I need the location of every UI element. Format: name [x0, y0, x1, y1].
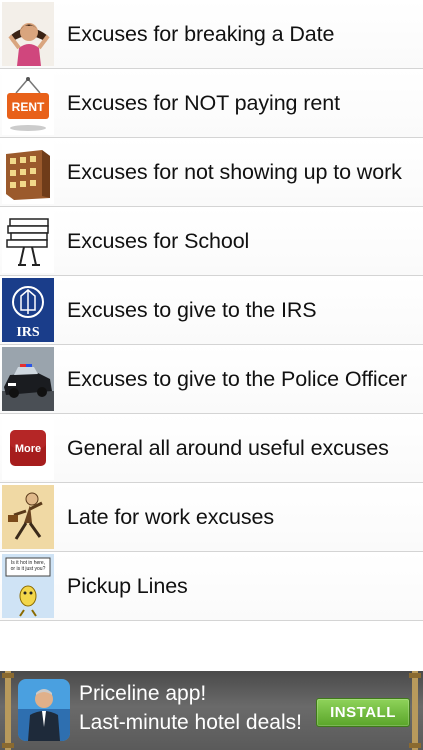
girl-upset-icon	[2, 2, 54, 66]
list-item-not-paying-rent[interactable]: RENT Excuses for NOT paying rent	[0, 69, 423, 138]
list-item-label: Excuses for breaking a Date	[67, 22, 335, 46]
cartoon-speech-icon: Is it hot in here, or is it just you?	[2, 554, 54, 618]
scroll-pole-icon	[409, 671, 421, 750]
svg-text:More: More	[15, 443, 41, 455]
list-item-school[interactable]: Excuses for School	[0, 207, 423, 276]
list-item-label: Excuses to give to the IRS	[67, 298, 317, 322]
list-item-pickup-lines[interactable]: Is it hot in here, or is it just you? Pi…	[0, 552, 423, 621]
list-item-not-showing-up-to-work[interactable]: Excuses for not showing up to work	[0, 138, 423, 207]
excuse-category-list: Excuses for breaking a Date RENT Excuses…	[0, 0, 423, 621]
svg-text:IRS: IRS	[16, 325, 40, 340]
list-item-label: Pickup Lines	[67, 574, 188, 598]
list-item-label: Excuses for NOT paying rent	[67, 91, 340, 115]
ad-text: Priceline app! Last-minute hotel deals!	[79, 679, 302, 737]
list-item-label: Excuses to give to the Police Officer	[67, 367, 408, 391]
advertiser-photo-icon	[18, 679, 70, 741]
list-item-label: General all around useful excuses	[67, 436, 389, 460]
svg-text:RENT: RENT	[12, 100, 45, 114]
office-building-icon	[2, 140, 54, 204]
student-books-icon	[2, 209, 54, 273]
running-man-icon	[2, 485, 54, 549]
irs-logo-icon: IRS	[2, 278, 54, 342]
rent-sign-icon: RENT	[2, 71, 54, 135]
scroll-pole-icon	[2, 671, 14, 750]
list-item-label: Late for work excuses	[67, 505, 275, 529]
list-item-label: Excuses for School	[67, 229, 250, 253]
list-item-label: Excuses for not showing up to work	[67, 160, 402, 184]
list-item-irs[interactable]: IRS Excuses to give to the IRS	[0, 276, 423, 345]
list-item-general-excuses[interactable]: More General all around useful excuses	[0, 414, 423, 483]
ad-headline: Priceline app!	[79, 682, 207, 705]
police-car-icon	[2, 347, 54, 411]
ad-subline: Last-minute hotel deals!	[79, 711, 302, 734]
install-button[interactable]: INSTALL	[316, 698, 410, 727]
list-item-breaking-a-date[interactable]: Excuses for breaking a Date	[0, 0, 423, 69]
list-item-late-for-work[interactable]: Late for work excuses	[0, 483, 423, 552]
more-icon: More	[2, 416, 54, 480]
list-item-police-officer[interactable]: Excuses to give to the Police Officer	[0, 345, 423, 414]
